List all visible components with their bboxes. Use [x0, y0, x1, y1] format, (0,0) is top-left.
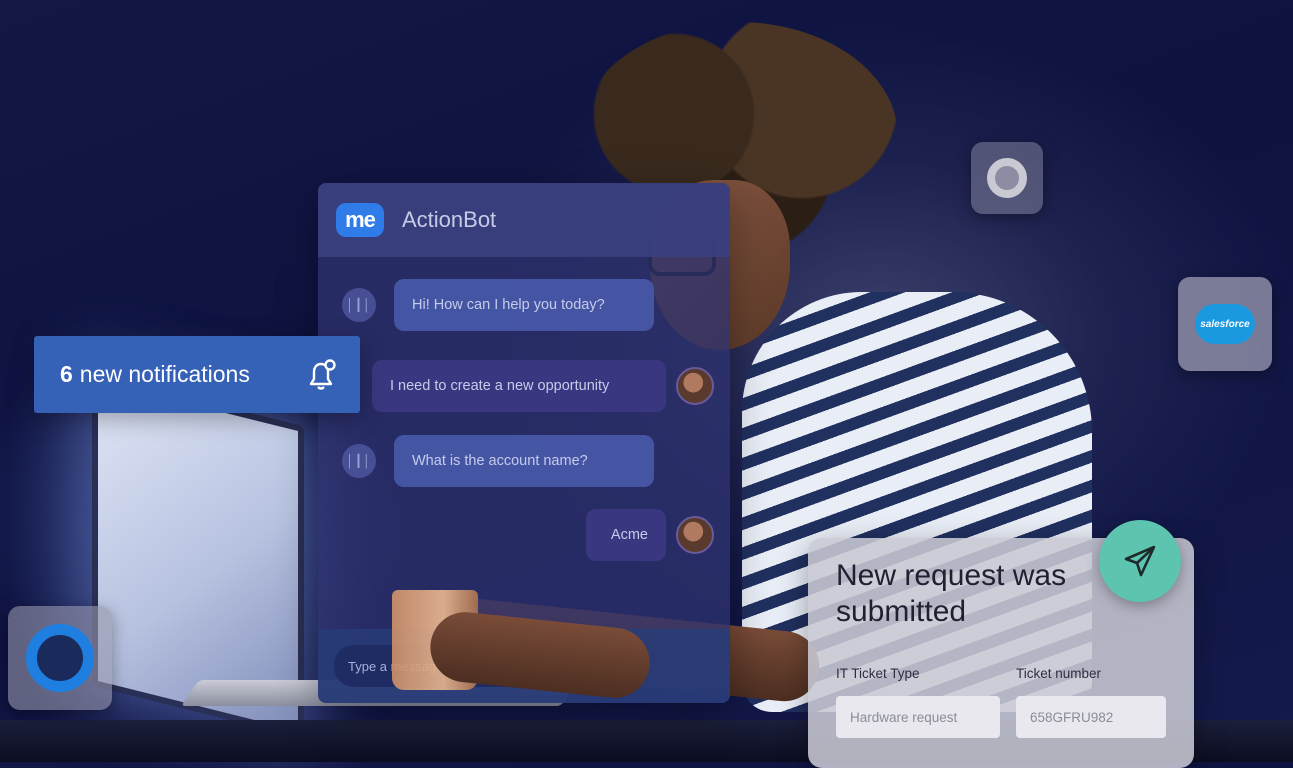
chat-title: ActionBot	[402, 207, 497, 232]
bot-voice-icon: │┃│	[342, 288, 376, 322]
message-row-bot: │┃│ Hi! How can I help you today?	[342, 279, 654, 331]
ticket-number-field[interactable]: 658GFRU982	[1016, 696, 1166, 738]
send-icon-button[interactable]	[1099, 520, 1181, 602]
user-message: I need to create a new opportunity	[372, 360, 666, 412]
ticket-number-label: Ticket number	[1016, 666, 1102, 681]
notifications-banner[interactable]: 6 new notifications	[34, 336, 360, 413]
user-message: Acme	[586, 509, 666, 561]
app-tile-gray[interactable]	[971, 142, 1043, 214]
bot-message: What is the account name?	[394, 435, 654, 487]
message-row-user: I need to create a new opportunity	[372, 360, 714, 412]
message-row-user: Acme	[586, 509, 714, 561]
bot-voice-icon: │┃│	[342, 444, 376, 478]
chat-header: me ActionBot	[318, 183, 730, 257]
ticket-type-label: IT Ticket Type	[836, 666, 920, 681]
notification-count: 6	[60, 361, 73, 387]
message-row-bot: │┃│ What is the account name?	[342, 435, 654, 487]
app-tile-salesforce[interactable]: salesforce	[1178, 277, 1272, 371]
bell-icon	[302, 356, 340, 400]
user-avatar	[676, 516, 714, 554]
user-avatar	[676, 367, 714, 405]
chat-bubble-icon	[987, 158, 1027, 198]
notification-text: new notifications	[79, 361, 250, 387]
ring-logo-icon	[26, 624, 94, 692]
app-tile-blue-ring[interactable]	[8, 606, 112, 710]
request-card-title: New request was submitted	[836, 559, 1067, 628]
salesforce-logo-icon: salesforce	[1195, 304, 1255, 344]
bot-message: Hi! How can I help you today?	[394, 279, 654, 331]
me-logo: me	[336, 203, 384, 237]
ticket-type-field[interactable]: Hardware request	[836, 696, 1000, 738]
paper-plane-icon	[1124, 545, 1156, 577]
